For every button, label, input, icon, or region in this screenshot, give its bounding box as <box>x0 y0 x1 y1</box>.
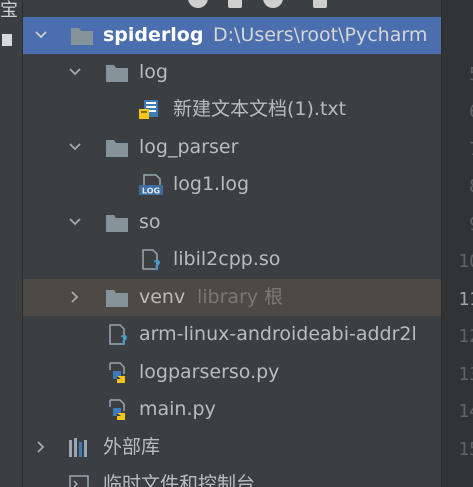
chevron-down-icon[interactable] <box>35 29 47 41</box>
folder-label: log_parser <box>139 136 239 158</box>
line-number: 7 <box>469 139 473 160</box>
folder-icon <box>70 25 94 47</box>
file-label: 新建文本文档(1).txt <box>173 98 347 120</box>
folder-icon <box>105 137 129 159</box>
strip-glyph: 宝 <box>0 0 18 21</box>
svg-text:?: ? <box>120 334 128 346</box>
chevron-right-icon[interactable] <box>35 441 47 453</box>
file-label: logparserso.py <box>139 361 280 383</box>
toolbar-icon-fragment[interactable] <box>263 0 283 8</box>
library-icon <box>68 437 92 459</box>
project-path: D:\Users\root\Pycharm <box>213 24 428 46</box>
python-file-icon <box>107 399 131 421</box>
line-number: 5 <box>469 64 473 85</box>
tree-row-folder-log[interactable]: log <box>23 54 441 91</box>
tree-row-file-py[interactable]: main.py <box>23 391 441 428</box>
project-tree: spiderlog D:\Users\root\Pycharm log 新建文本… <box>23 0 441 487</box>
file-label: main.py <box>139 398 216 420</box>
external-libraries-label: 外部库 <box>103 436 161 458</box>
text-file-icon <box>138 99 162 121</box>
folder-icon <box>105 212 129 234</box>
folder-label: venv <box>139 286 186 308</box>
line-number: 8 <box>469 176 473 197</box>
tree-row-folder-so[interactable]: so <box>23 204 441 241</box>
library-root-suffix: library 根 <box>197 286 284 308</box>
unknown-file-icon: ? <box>140 249 164 271</box>
line-number: 11 <box>458 289 473 310</box>
python-file-icon <box>107 362 131 384</box>
chevron-down-icon[interactable] <box>69 141 81 153</box>
toolbar-icon-fragment[interactable] <box>188 0 208 8</box>
folder-icon <box>105 62 129 84</box>
left-tool-strip: 宝 <box>0 0 23 487</box>
file-label: log1.log <box>173 173 250 195</box>
tree-row-file-txt[interactable]: 新建文本文档(1).txt <box>23 91 441 128</box>
line-number: 13 <box>458 364 473 385</box>
unknown-file-icon: ? <box>107 324 131 346</box>
editor-line-gutter: 5 6 7 8 9 10 11 12 13 14 15 <box>441 0 473 487</box>
toolbar-strip <box>23 0 441 14</box>
scratches-label: 临时文件和控制台 <box>103 473 256 487</box>
scratches-icon <box>68 474 92 487</box>
line-number: 14 <box>458 401 473 422</box>
tree-row-folder-venv[interactable]: venv library 根 <box>23 279 441 316</box>
tree-row-scratches[interactable]: 临时文件和控制台 <box>23 466 441 487</box>
chevron-down-icon[interactable] <box>69 66 81 78</box>
toolbar-icon-fragment[interactable] <box>228 0 242 8</box>
line-number: 9 <box>469 214 473 235</box>
strip-square <box>2 34 12 46</box>
tree-row-folder-log-parser[interactable]: log_parser <box>23 129 441 166</box>
chevron-down-icon[interactable] <box>69 216 81 228</box>
line-number: 6 <box>469 101 473 122</box>
tree-row-file-so[interactable]: ? libil2cpp.so <box>23 241 441 278</box>
line-number: 15 <box>458 439 473 460</box>
folder-label: log <box>139 61 168 83</box>
svg-text:?: ? <box>153 259 161 271</box>
file-label: arm-linux-androideabi-addr2l <box>139 323 417 345</box>
tree-row-file-addr2line[interactable]: ? arm-linux-androideabi-addr2l <box>23 316 441 353</box>
file-label: libil2cpp.so <box>173 248 281 270</box>
tree-row-file-log[interactable]: LOG log1.log <box>23 166 441 203</box>
chevron-right-icon[interactable] <box>69 291 81 303</box>
folder-label: so <box>139 211 161 233</box>
tree-row-file-py[interactable]: logparserso.py <box>23 354 441 391</box>
line-number: 10 <box>458 251 473 272</box>
log-file-icon: LOG <box>138 174 163 196</box>
project-tool-window: 宝 spiderlog D:\Users\root\Pycharm log 新建… <box>0 0 473 487</box>
tree-row-external-libraries[interactable]: 外部库 <box>23 429 441 466</box>
svg-text:LOG: LOG <box>142 187 160 196</box>
line-number: 12 <box>458 326 473 347</box>
toolbar-icon-fragment[interactable] <box>313 0 327 8</box>
folder-icon <box>105 287 129 309</box>
project-name: spiderlog <box>103 24 204 46</box>
tree-row-project-root[interactable]: spiderlog D:\Users\root\Pycharm <box>23 17 441 54</box>
